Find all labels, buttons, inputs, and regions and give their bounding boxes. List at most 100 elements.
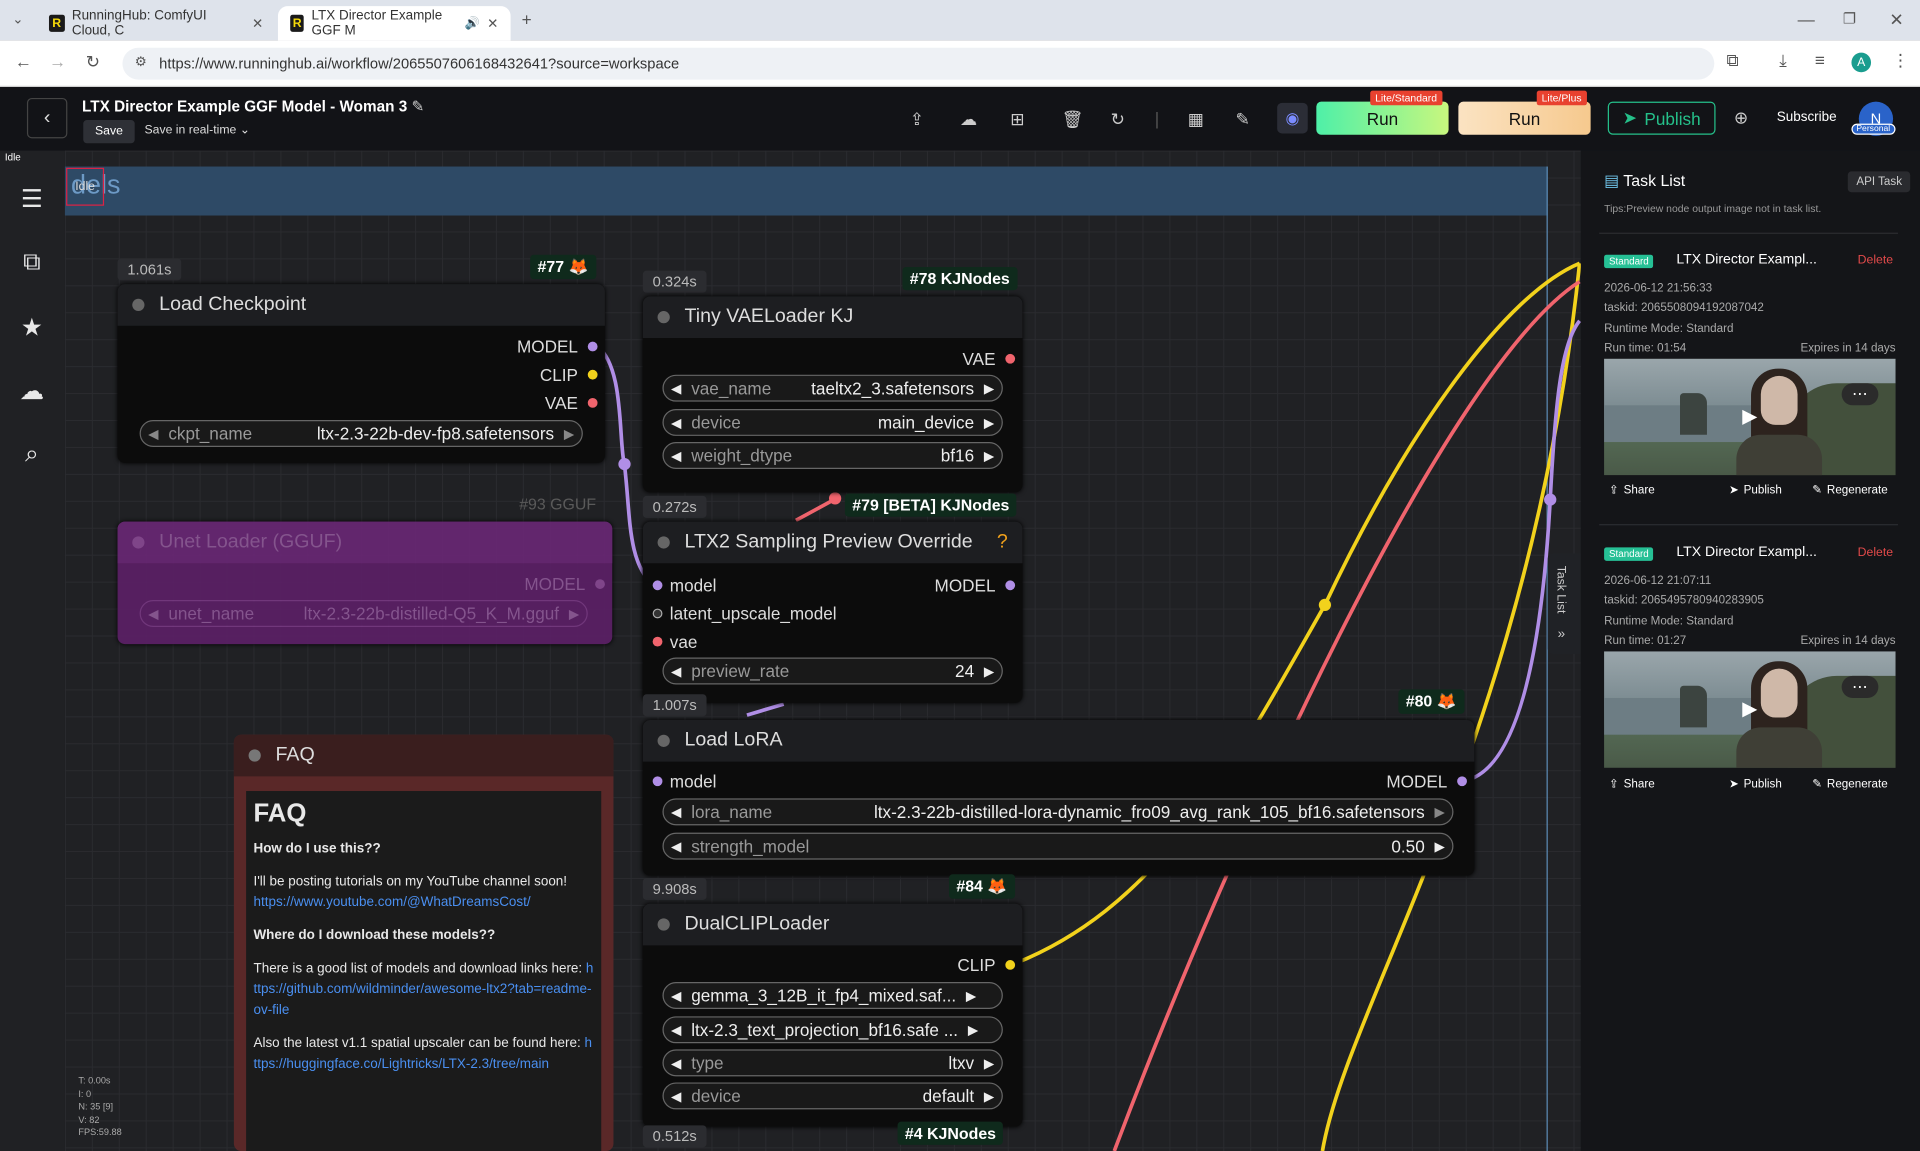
type-combo[interactable]: ◀ type ltxv ▶ <box>662 1049 1003 1077</box>
arrow-left-icon[interactable]: ◀ <box>671 380 681 396</box>
regenerate-icon: ✎ <box>1812 483 1823 498</box>
more-options-icon[interactable]: ⋯ <box>1841 675 1879 698</box>
node-collapse-dot[interactable] <box>657 918 670 931</box>
task-publish-button[interactable]: ➤ Publish <box>1729 778 1782 791</box>
arrow-left-icon[interactable]: ◀ <box>148 606 158 622</box>
task-mode-badge: Standard <box>1604 547 1654 561</box>
node-title[interactable]: Load Checkpoint <box>117 284 605 326</box>
arrow-left-icon[interactable]: ◀ <box>671 1022 681 1038</box>
input-latent-upscale-label: latent_upscale_model <box>669 603 837 624</box>
arrow-right-icon[interactable]: ▶ <box>1435 838 1445 854</box>
node-title[interactable]: Unet Loader (GGUF) <box>117 521 613 564</box>
node-collapse-dot[interactable] <box>657 734 670 747</box>
youtube-link[interactable]: https://www.youtube.com/@WhatDreamsCost/ <box>253 895 530 910</box>
device-combo[interactable]: ◀ device default ▶ <box>662 1082 1003 1110</box>
arrow-right-icon[interactable]: ▶ <box>569 606 579 622</box>
help-icon[interactable]: ? <box>997 531 1008 553</box>
task-card[interactable]: Standard LTX Director Exampl... Delete 2… <box>1604 252 1898 512</box>
node-title[interactable]: FAQ <box>233 734 614 777</box>
node-unet-loader-gguf[interactable]: Unet Loader (GGUF) MODEL ◀ unet_name ltx-2… <box>117 521 613 645</box>
unet-name-combo[interactable]: ◀ unet_name ltx-2.3-22b-distilled-Q5_K_M.g… <box>139 600 588 627</box>
output-model-pin[interactable] <box>1457 776 1467 787</box>
play-icon[interactable]: ▶ <box>1731 404 1768 431</box>
clip-name2-combo[interactable]: ◀ ltx-2.3_text_projection_bf16.safe ... ▶ <box>662 1016 1003 1044</box>
node-collapse-dot[interactable] <box>657 536 670 549</box>
output-vae-pin[interactable] <box>587 397 598 408</box>
output-clip-label: CLIP <box>539 364 578 385</box>
arrow-left-icon[interactable]: ◀ <box>671 663 681 679</box>
node-title[interactable]: DualCLIPLoader <box>642 903 1023 946</box>
node-time: 9.908s <box>642 877 707 901</box>
node-collapse-dot[interactable] <box>248 749 261 762</box>
node-title[interactable]: Load LoRA <box>642 720 1475 762</box>
output-model-pin[interactable] <box>595 579 605 589</box>
node-collapse-dot[interactable] <box>132 298 145 312</box>
task-share-button[interactable]: ⇪ Share <box>1609 778 1655 791</box>
arrow-left-icon[interactable]: ◀ <box>671 838 681 854</box>
arrow-right-icon[interactable]: ▶ <box>564 426 574 442</box>
arrow-left-icon[interactable]: ◀ <box>671 448 681 464</box>
input-vae-pin[interactable] <box>652 636 663 647</box>
node-load-lora[interactable]: Load LoRA model MODEL ◀ lora_name ltx-2.3-… <box>642 720 1475 876</box>
output-clip-pin[interactable] <box>1005 960 1016 970</box>
output-clip-pin[interactable] <box>587 369 598 380</box>
arrow-right-icon[interactable]: ▶ <box>984 663 994 679</box>
preview-rate-number[interactable]: ◀ preview_rate 24 ▶ <box>662 657 1003 685</box>
link-reroute-purple-2[interactable] <box>618 457 631 471</box>
arrow-right-icon[interactable]: ▶ <box>984 414 994 431</box>
clip-name1-combo[interactable]: ◀ gemma_3_12B_it_fp4_mixed.saf... ▶ <box>662 982 1003 1009</box>
stat-v: V: 82 <box>78 1113 100 1125</box>
link-reroute-yellow[interactable] <box>1318 598 1332 612</box>
task-regenerate-button[interactable]: ✎ Regenerate <box>1812 484 1887 497</box>
arrow-right-icon[interactable]: ▶ <box>984 380 994 396</box>
output-vae-pin[interactable] <box>1005 353 1016 364</box>
arrow-left-icon[interactable]: ◀ <box>148 426 158 442</box>
weight-dtype-combo[interactable]: ◀ weight_dtype bf16 ▶ <box>662 442 1003 469</box>
link-reroute-red[interactable] <box>828 492 842 505</box>
lora-name-combo[interactable]: ◀ lora_name ltx-2.3-22b-distilled-lora-dyn… <box>662 798 1454 826</box>
arrow-right-icon[interactable]: ▶ <box>984 448 994 464</box>
arrow-left-icon[interactable]: ◀ <box>671 1055 681 1071</box>
node-collapse-dot[interactable] <box>132 536 145 549</box>
task-delete-button[interactable]: Delete <box>1858 546 1893 559</box>
node-tiny-vae-loader[interactable]: Tiny VAELoader KJ VAE ◀ vae_name taeltx2_3… <box>642 296 1023 493</box>
arrow-left-icon[interactable]: ◀ <box>671 804 681 820</box>
play-icon[interactable]: ▶ <box>1731 697 1768 724</box>
output-model-pin[interactable] <box>587 341 598 352</box>
node-title[interactable]: LTX2 Sampling Preview Override? <box>642 521 1023 564</box>
task-card[interactable]: Standard LTX Director Exampl... Delete 2… <box>1604 545 1898 804</box>
task-publish-button[interactable]: ➤ Publish <box>1729 484 1782 497</box>
arrow-right-icon[interactable]: ▶ <box>984 1055 994 1071</box>
device-combo[interactable]: ◀ device main_device ▶ <box>662 408 1003 436</box>
task-video-thumbnail[interactable]: ▶ ⋯ <box>1604 651 1896 768</box>
task-date: 2026-06-12 21:56:33 <box>1604 281 1713 296</box>
task-delete-button[interactable]: Delete <box>1858 253 1893 266</box>
arrow-left-icon[interactable]: ◀ <box>671 988 681 1004</box>
input-model-pin[interactable] <box>652 580 663 591</box>
arrow-right-icon[interactable]: ▶ <box>966 988 976 1004</box>
task-share-button[interactable]: ⇪ Share <box>1609 484 1655 497</box>
node-load-checkpoint[interactable]: Load Checkpoint MODEL CLIP VAE ◀ ckpt_na… <box>117 284 605 463</box>
node-title[interactable]: Tiny VAELoader KJ <box>642 296 1023 338</box>
arrow-left-icon[interactable]: ◀ <box>671 414 681 431</box>
share-icon: ⇪ <box>1608 777 1619 792</box>
arrow-right-icon[interactable]: ▶ <box>984 1088 994 1104</box>
arrow-left-icon[interactable]: ◀ <box>671 1088 681 1104</box>
link-reroute-purple[interactable] <box>1544 493 1557 506</box>
input-model-pin[interactable] <box>652 776 663 787</box>
input-latent-upscale-pin[interactable] <box>652 608 663 619</box>
strength-model-number[interactable]: ◀ strength_model 0.50 ▶ <box>662 832 1454 860</box>
ckpt-name-combo[interactable]: ◀ ckpt_name ltx-2.3-22b-dev-fp8.safetens… <box>139 420 583 447</box>
task-list-toggle[interactable]: Task List » <box>1547 553 1581 654</box>
node-ltx2-sampling-preview-override[interactable]: LTX2 Sampling Preview Override? model la… <box>642 521 1023 703</box>
more-options-icon[interactable]: ⋯ <box>1841 383 1879 406</box>
output-model-pin[interactable] <box>1005 580 1016 591</box>
vae-name-combo[interactable]: ◀ vae_name taeltx2_3.safetensors ▶ <box>662 374 1003 402</box>
arrow-right-icon[interactable]: ▶ <box>1435 804 1445 820</box>
node-dual-clip-loader[interactable]: DualCLIPLoader CLIP ◀ gemma_3_12B_it_fp4_… <box>642 903 1023 1127</box>
task-video-thumbnail[interactable]: ▶ ⋯ <box>1604 358 1896 476</box>
task-regenerate-button[interactable]: ✎ Regenerate <box>1812 778 1887 791</box>
node-collapse-dot[interactable] <box>657 311 670 324</box>
arrow-right-icon[interactable]: ▶ <box>968 1022 978 1038</box>
api-task-button[interactable]: API Task <box>1847 171 1911 193</box>
